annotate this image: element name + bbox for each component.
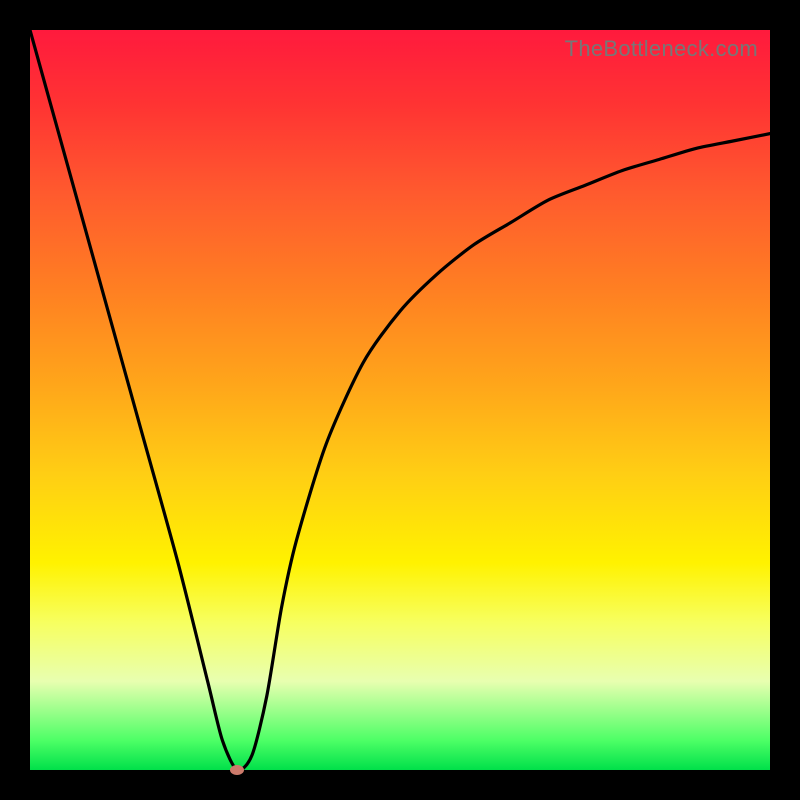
plot-area: TheBottleneck.com bbox=[30, 30, 770, 770]
chart-outer-frame: TheBottleneck.com bbox=[0, 0, 800, 800]
bottleneck-curve bbox=[30, 30, 770, 770]
watermark-label: TheBottleneck.com bbox=[565, 36, 758, 62]
optimum-marker bbox=[230, 765, 244, 775]
